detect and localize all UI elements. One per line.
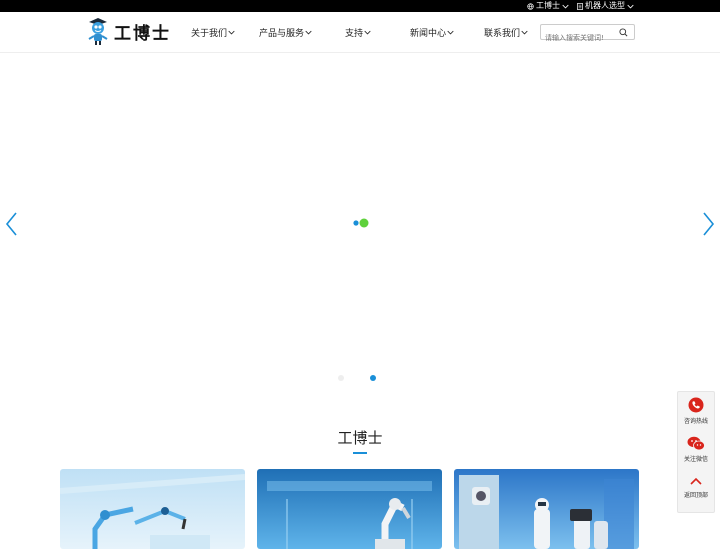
robot-selection-label: 机器人选型	[585, 1, 625, 10]
nav-support-label: 支持	[345, 29, 364, 39]
product-card-3[interactable]	[454, 469, 639, 549]
mascot-logo-icon	[88, 18, 108, 45]
logo[interactable]: 工博士	[86, 16, 171, 46]
search-icon[interactable]	[619, 28, 628, 37]
product-card-2[interactable]	[257, 469, 442, 549]
logo-text: 工博士	[114, 23, 171, 44]
robot-arm-image	[60, 469, 245, 549]
nav-about[interactable]: 关于我们	[191, 26, 235, 39]
globe-icon	[527, 2, 534, 10]
wechat-icon	[687, 436, 705, 451]
hotline-button[interactable]: 咨询热线	[678, 397, 714, 425]
nav-products-label: 产品与服务	[259, 29, 305, 39]
phone-icon	[688, 397, 704, 413]
chevron-down-icon	[521, 30, 528, 35]
title-underline	[353, 452, 367, 454]
search-box	[540, 24, 635, 45]
hotline-label: 咨询热线	[683, 418, 708, 425]
chevron-down-icon	[627, 4, 634, 8]
floating-sidebar: 咨询热线 关注微信 返回顶部	[677, 391, 715, 513]
site-header: 工博士 关于我们 产品与服务 支持 新闻中心 联系我们	[0, 12, 720, 53]
nav-products[interactable]: 产品与服务	[259, 26, 312, 39]
chevron-down-icon	[305, 30, 312, 35]
slider-pagination	[338, 375, 376, 381]
language-label: 工博士	[536, 1, 560, 10]
slider-dot-1[interactable]	[338, 375, 344, 381]
chevron-up-icon	[690, 477, 702, 485]
product-card-1[interactable]	[60, 469, 245, 549]
nav-contact-label: 联系我们	[484, 29, 521, 39]
nav-support[interactable]: 支持	[345, 26, 371, 39]
wechat-label: 关注微信	[683, 456, 708, 463]
loading-spinner-icon	[353, 218, 369, 228]
slider-next-arrow-icon[interactable]	[702, 212, 715, 236]
robot-selection-menu[interactable]: 机器人选型	[577, 1, 634, 11]
chevron-down-icon	[562, 4, 569, 8]
search-input[interactable]	[541, 31, 616, 45]
document-icon	[577, 2, 583, 10]
chevron-down-icon	[228, 30, 235, 35]
slider-dot-2[interactable]	[370, 375, 376, 381]
nav-contact[interactable]: 联系我们	[484, 26, 528, 39]
top-bar: 工博士 机器人选型	[0, 0, 720, 12]
section-title: 工博士	[337, 429, 383, 447]
chevron-down-icon	[447, 30, 454, 35]
nav-news-label: 新闻中心	[410, 29, 447, 39]
nav-news[interactable]: 新闻中心	[410, 26, 454, 39]
chevron-down-icon	[364, 30, 371, 35]
language-selector[interactable]: 工博士	[527, 1, 569, 11]
back-to-top-button[interactable]: 返回顶部	[678, 476, 714, 499]
robot-arm-lab-image	[257, 469, 442, 549]
back-to-top-label: 返回顶部	[683, 492, 708, 499]
nav-about-label: 关于我们	[191, 29, 228, 39]
service-robots-image	[454, 469, 639, 549]
slider-prev-arrow-icon[interactable]	[5, 212, 18, 236]
wechat-button[interactable]: 关注微信	[678, 436, 714, 463]
